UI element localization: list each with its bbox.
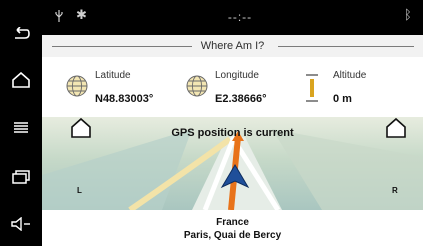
- altitude-value: 0 m: [333, 93, 352, 105]
- latitude-value: N48.83003°: [95, 93, 154, 105]
- home-button[interactable]: [0, 60, 42, 100]
- back-button[interactable]: [0, 14, 42, 54]
- altitude-icon: [306, 74, 318, 102]
- globe-icon: [186, 75, 208, 97]
- bluetooth-icon: ᛒ: [404, 7, 412, 22]
- address-panel: France Paris, Quai de Bercy: [42, 210, 423, 246]
- window-button[interactable]: [0, 157, 42, 197]
- address-street: Paris, Quai de Bercy: [183, 230, 282, 241]
- home-icon: [12, 72, 30, 88]
- settings-gear-icon: ✱: [76, 7, 87, 22]
- status-bar: ✱ --:-- ᛒ: [42, 0, 423, 35]
- volume-button[interactable]: [0, 204, 42, 244]
- left-home-button[interactable]: [70, 117, 92, 139]
- status-clock: --:--: [227, 10, 253, 24]
- left-home-letter: L: [77, 186, 82, 195]
- usb-icon: [55, 10, 63, 22]
- menu-button[interactable]: [0, 108, 42, 148]
- coordinates-panel: Latitude N48.83003° Longitude E2.38666° …: [42, 57, 423, 117]
- window-icon: [12, 170, 30, 184]
- address-country: France: [216, 217, 249, 228]
- globe-icon: [66, 75, 88, 97]
- menu-icon: [14, 122, 28, 133]
- altitude-label: Altitude: [333, 70, 367, 81]
- longitude-value: E2.38666°: [215, 93, 267, 105]
- right-home-button[interactable]: [385, 117, 407, 139]
- title-bar: Where Am I?: [42, 35, 423, 57]
- volume-icon: [11, 217, 30, 231]
- map-view[interactable]: GPS position is current L R: [42, 117, 423, 210]
- right-home-letter: R: [392, 186, 398, 195]
- side-navigation: [0, 0, 42, 246]
- back-icon: [15, 27, 30, 39]
- latitude-label: Latitude: [95, 70, 131, 81]
- gps-status-message: GPS position is current: [171, 127, 294, 139]
- longitude-label: Longitude: [215, 70, 259, 81]
- title-divider-right: [278, 46, 414, 47]
